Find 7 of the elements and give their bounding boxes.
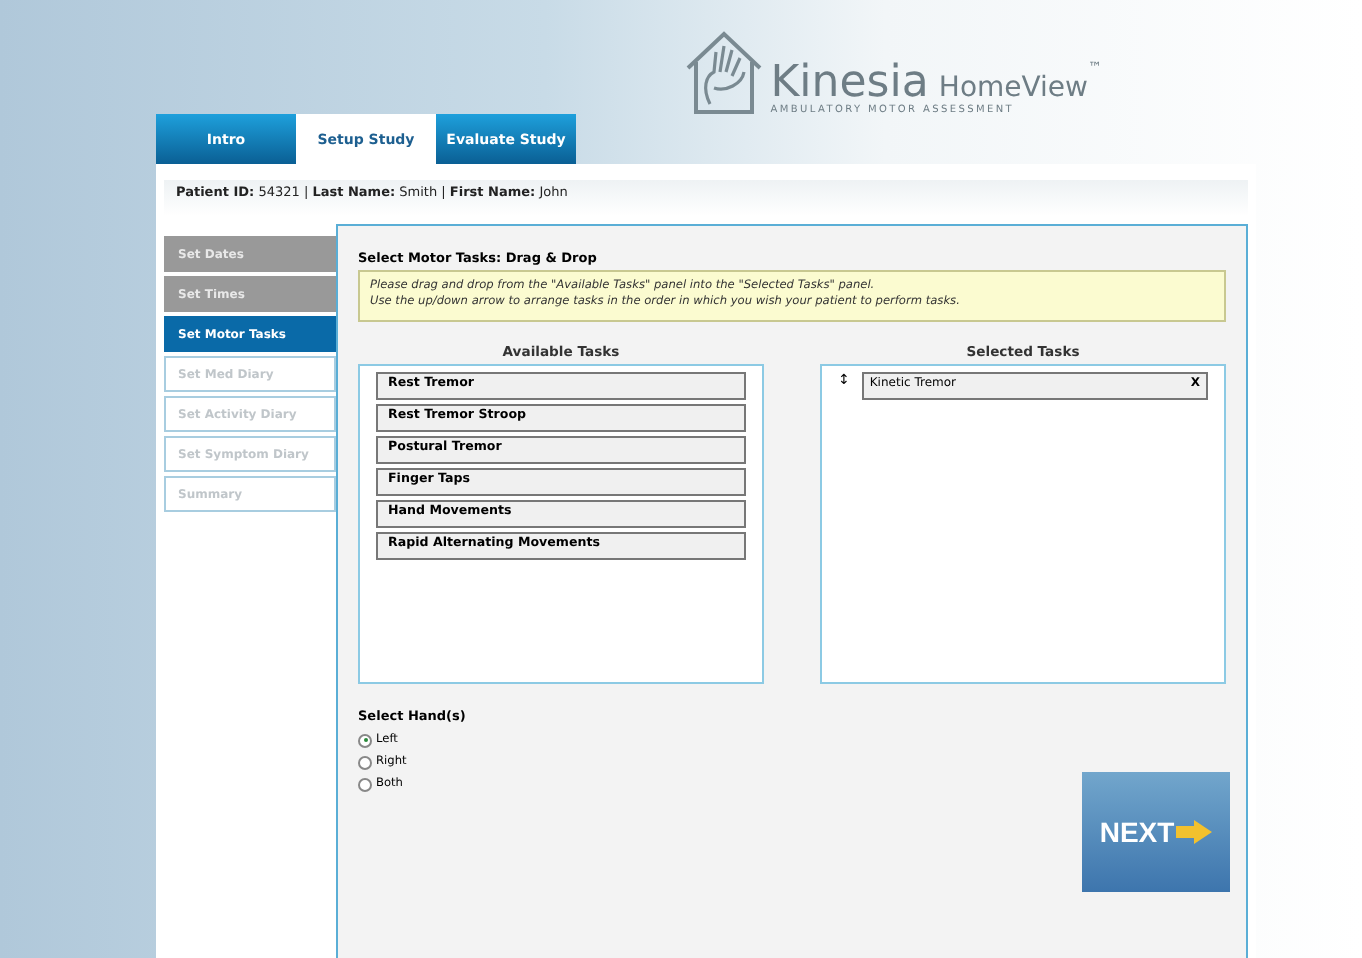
radio-button[interactable] — [358, 755, 372, 770]
arrow-icon — [1176, 819, 1213, 844]
next-button[interactable]: NEXT — [1082, 771, 1230, 892]
radio-button[interactable] — [358, 777, 372, 792]
logo-product: HomeView — [938, 72, 1088, 104]
house-hand-logo-icon — [682, 28, 767, 116]
radio-button[interactable] — [358, 733, 372, 748]
